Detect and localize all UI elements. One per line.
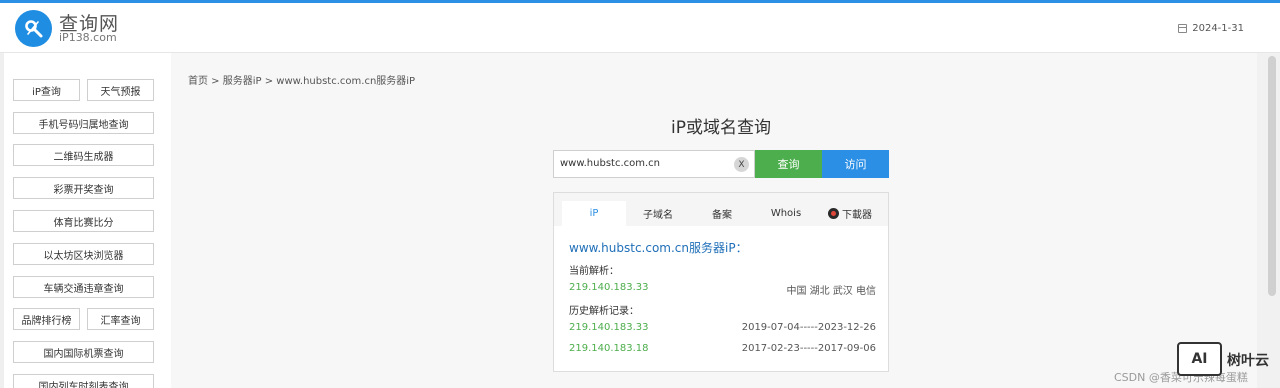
sidebar-item-phone-location[interactable]: 手机号码归属地查询: [13, 112, 154, 134]
date-display: 2024-1-31: [1178, 23, 1244, 34]
history-range: 2017-02-23-----2017-09-06: [741, 343, 876, 354]
sidebar-item-sports[interactable]: 体育比赛比分: [13, 210, 154, 232]
tab-icp[interactable]: 备案: [690, 201, 754, 226]
sidebar-item-trains[interactable]: 国内列车时刻表查询: [13, 374, 154, 388]
page-title: iP或域名查询: [671, 118, 771, 138]
query-button[interactable]: 查询: [755, 150, 822, 178]
sidebar-item-traffic[interactable]: 车辆交通违章查询: [13, 276, 154, 298]
tab-downloader-label: 下載器: [842, 210, 872, 221]
site-header: 查询网 iP138.com 2024-1-31: [0, 3, 1280, 53]
result-panel: iP 子域名 备案 Whois 下載器 www.hubstc.com.cn服务器…: [553, 192, 889, 372]
brand-watermark: 树叶云: [1227, 353, 1269, 369]
logo-subtitle[interactable]: iP138.com: [59, 31, 117, 44]
date-text: 2024-1-31: [1192, 23, 1244, 34]
visit-button[interactable]: 访问: [822, 150, 889, 178]
downloader-icon: [828, 208, 839, 219]
sidebar-item-brand-rank[interactable]: 品牌排行榜: [13, 308, 80, 330]
breadcrumb[interactable]: 首页 > 服务器iP > www.hubstc.com.cn服务器iP: [188, 72, 415, 87]
sidebar-item-flights[interactable]: 国内国际机票查询: [13, 341, 154, 363]
calendar-icon: [1178, 24, 1188, 33]
sidebar-item-ethereum[interactable]: 以太坊区块浏览器: [13, 243, 154, 265]
search-input-value[interactable]: www.hubstc.com.cn: [560, 158, 660, 169]
history-ip[interactable]: 219.140.183.18: [569, 343, 649, 354]
sidebar-item-exchange-rate[interactable]: 汇率查询: [87, 308, 154, 330]
history-range: 2019-07-04-----2023-12-26: [741, 322, 876, 333]
sidebar-item-lottery[interactable]: 彩票开奖查询: [13, 177, 154, 199]
tab-downloader[interactable]: 下載器: [818, 201, 882, 226]
history-label: 历史解析记录：: [569, 306, 639, 317]
current-label: 当前解析：: [569, 266, 619, 277]
sidebar-item-weather[interactable]: 天气预报: [87, 79, 154, 101]
history-ip[interactable]: 219.140.183.33: [569, 322, 649, 333]
ai-badge: AI: [1177, 342, 1222, 376]
current-location: 中国 湖北 武汉 电信: [786, 286, 876, 297]
tab-ip[interactable]: iP: [562, 201, 626, 226]
tab-subdomain[interactable]: 子域名: [626, 201, 690, 226]
current-ip[interactable]: 219.140.183.33: [569, 282, 649, 293]
scrollbar[interactable]: [1268, 56, 1276, 296]
result-title: www.hubstc.com.cn服务器iP：: [569, 241, 748, 255]
search-input[interactable]: www.hubstc.com.cn X: [553, 150, 755, 178]
sidebar-item-qrcode[interactable]: 二维码生成器: [13, 144, 154, 166]
clear-icon[interactable]: X: [734, 157, 749, 172]
tab-bar: iP 子域名 备案 Whois 下載器: [554, 193, 888, 226]
tab-whois[interactable]: Whois: [754, 201, 818, 226]
sidebar-item-ip-query[interactable]: iP查询: [13, 79, 80, 101]
logo-icon[interactable]: [15, 10, 52, 47]
